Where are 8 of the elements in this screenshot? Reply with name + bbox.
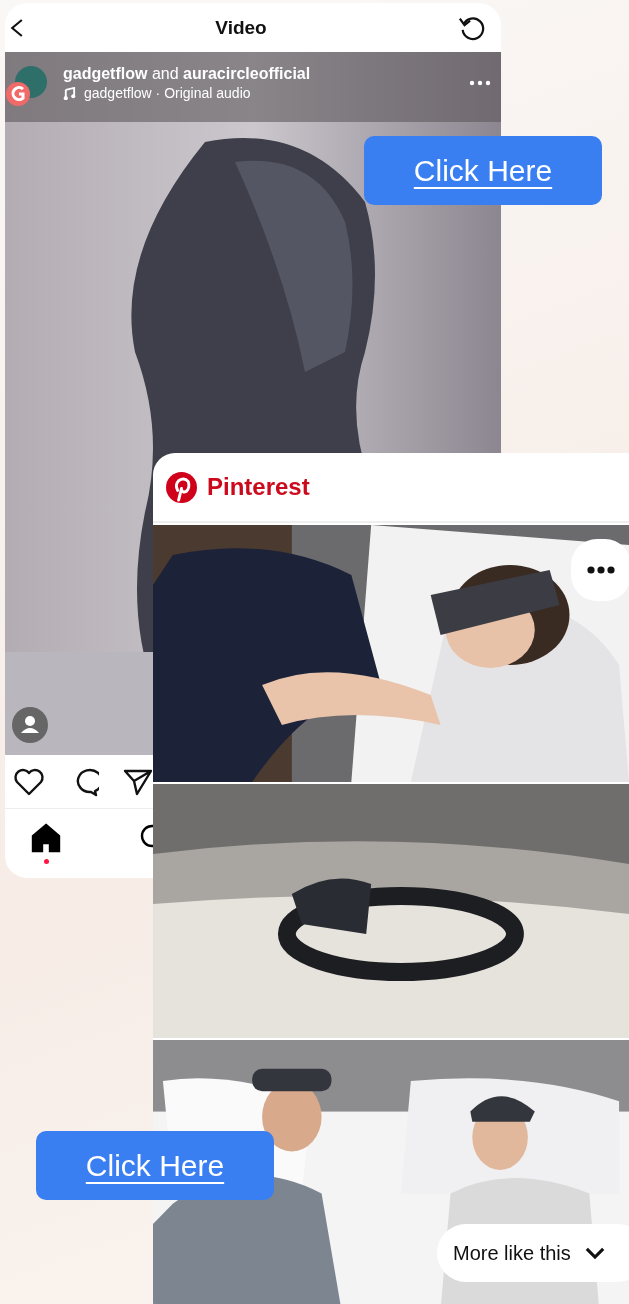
heart-icon[interactable] (13, 767, 45, 796)
click-here-button[interactable]: Click Here (36, 1131, 274, 1200)
screen-title: Video (215, 16, 267, 39)
send-icon[interactable] (123, 767, 153, 796)
home-icon[interactable] (31, 823, 61, 853)
active-dot (43, 859, 49, 864)
chevron-down-icon (584, 1246, 605, 1260)
more-like-this-button[interactable]: More like this (437, 1224, 629, 1282)
